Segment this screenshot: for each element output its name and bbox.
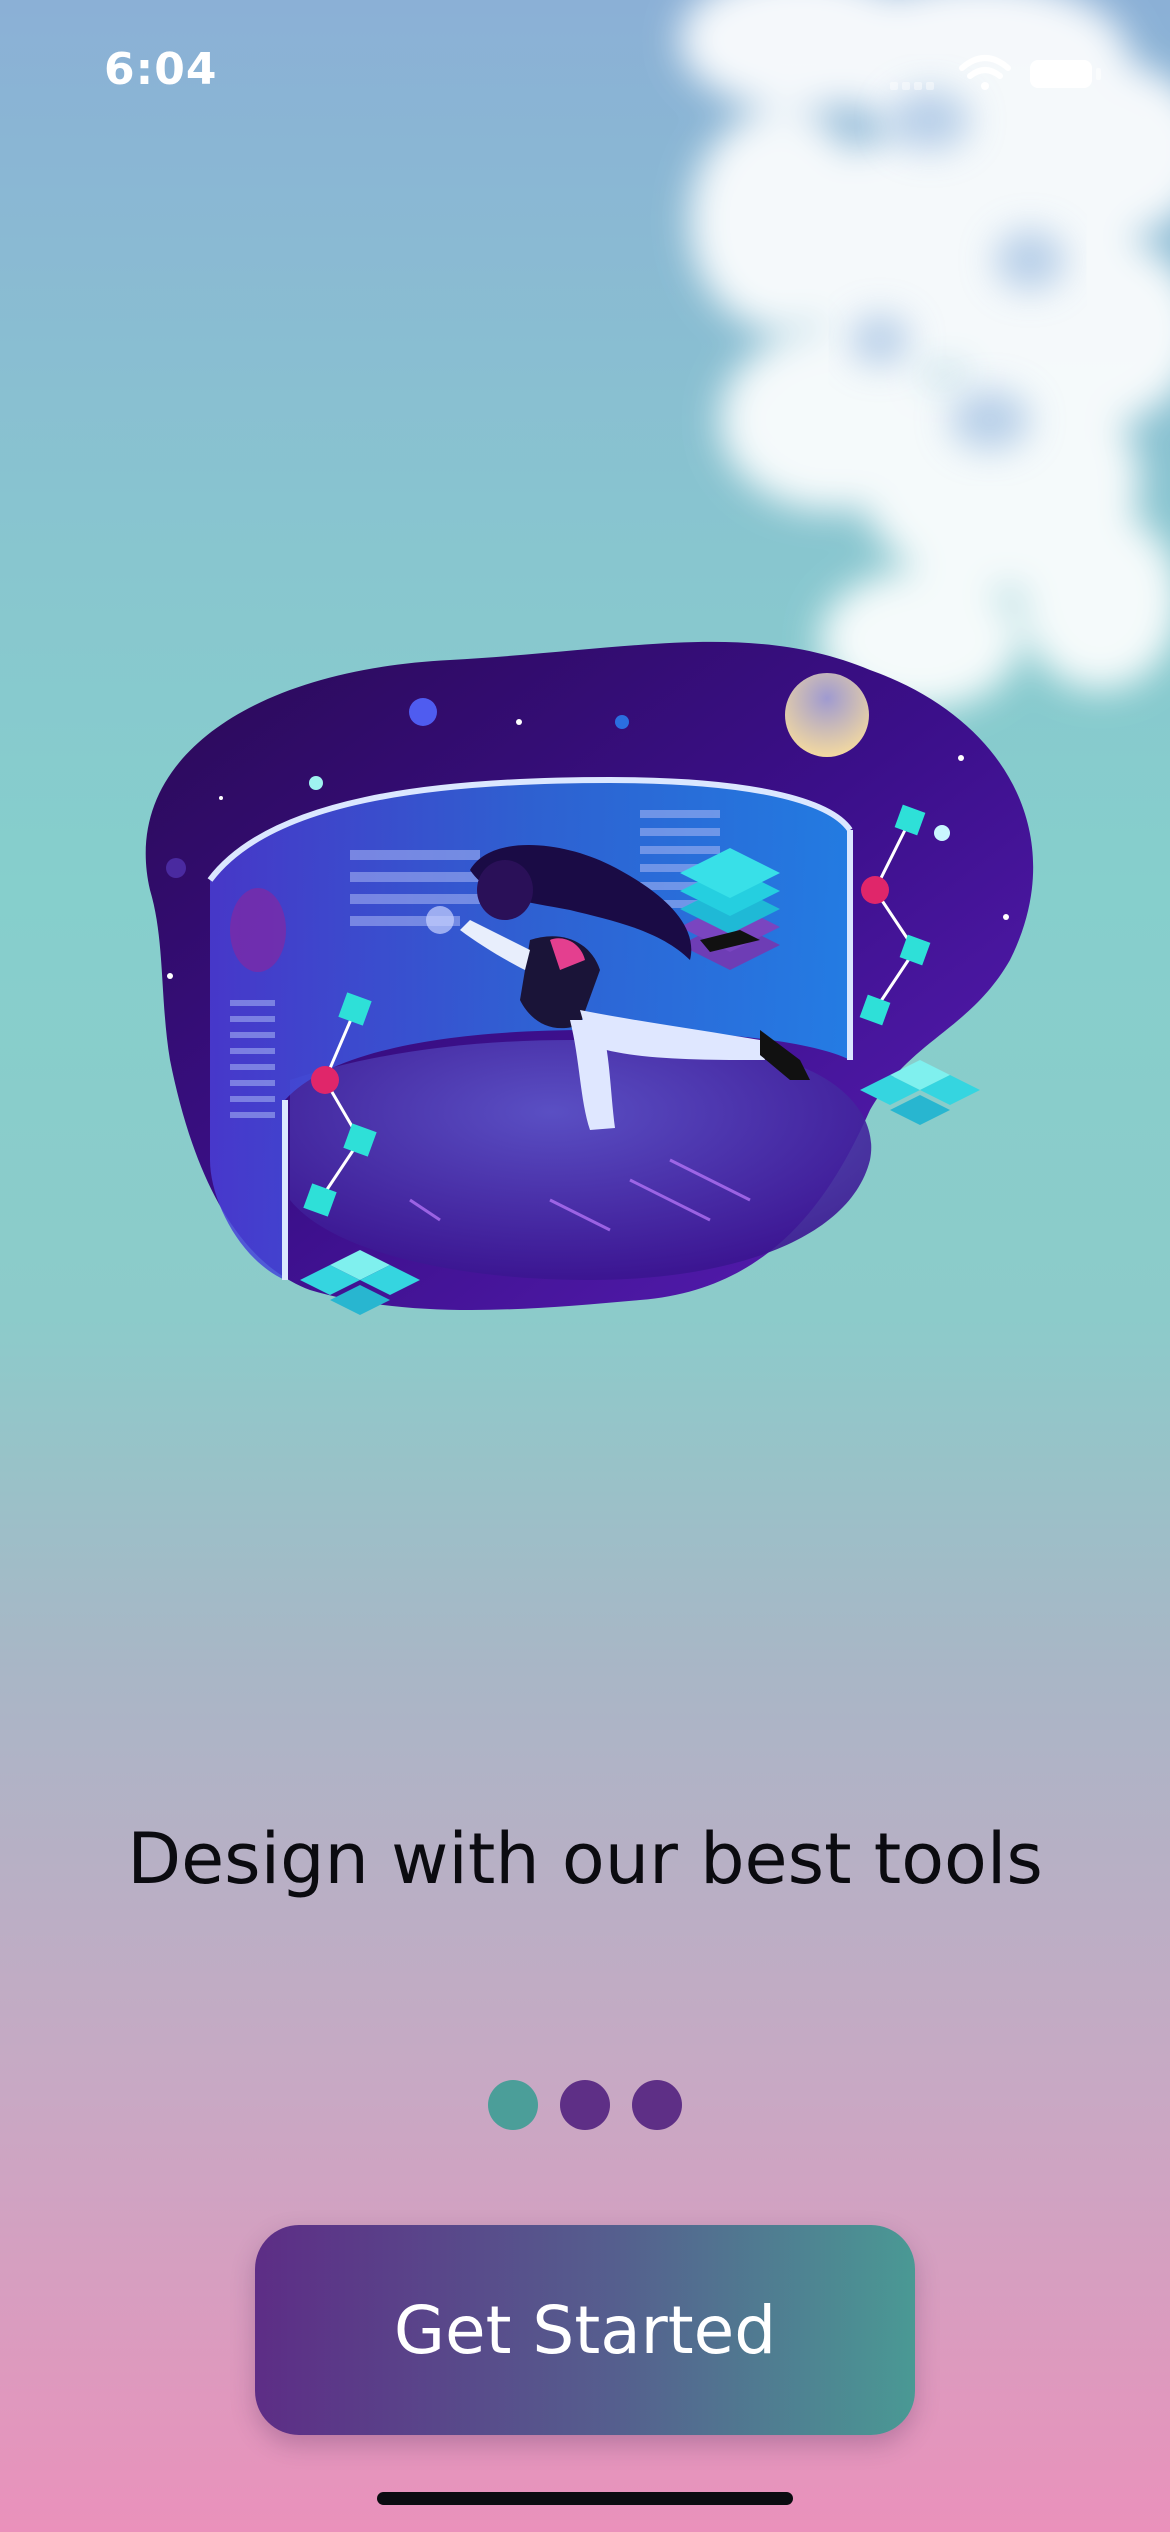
get-started-button[interactable]: Get Started	[255, 2225, 915, 2435]
page-dot-3[interactable]	[632, 2080, 682, 2130]
onboarding-headline: Design with our best tools	[127, 1818, 1043, 1900]
status-bar: 6:04	[0, 0, 1170, 150]
stacked-layers	[680, 848, 780, 970]
battery-icon	[1030, 60, 1101, 88]
page-dot-1[interactable]	[488, 2080, 538, 2130]
home-indicator	[377, 2492, 793, 2505]
status-icons	[890, 55, 1101, 90]
cellular-signal-icon	[890, 82, 934, 90]
hero-illustration	[145, 641, 1034, 1315]
status-time: 6:04	[104, 44, 218, 95]
moon	[785, 673, 869, 757]
page-dot-2[interactable]	[560, 2080, 610, 2130]
wifi-icon	[959, 55, 1011, 90]
page-indicator	[488, 2080, 688, 2130]
